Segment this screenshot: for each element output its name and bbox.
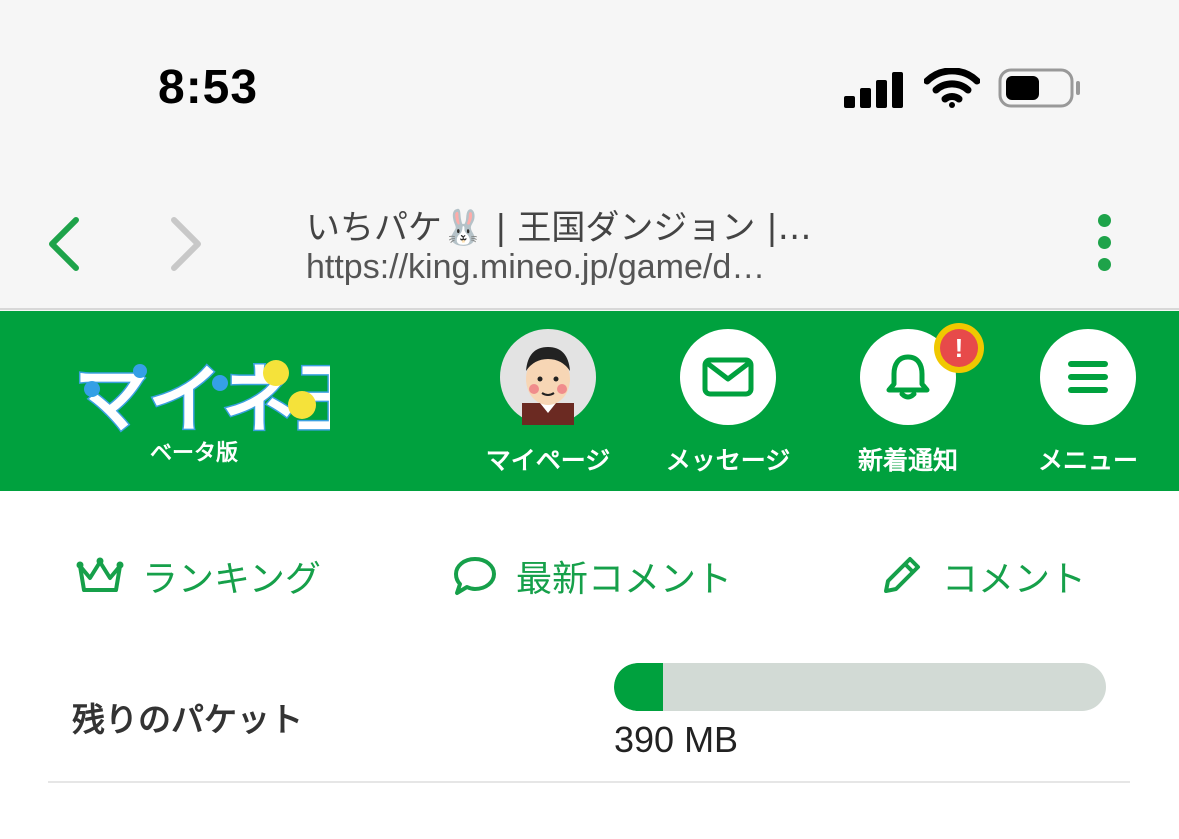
- speech-bubble-icon: [454, 557, 496, 595]
- bell-icon: [886, 354, 930, 400]
- address-url[interactable]: https://king.mineo.jp/game/d…: [306, 248, 866, 287]
- cellular-signal-icon: [844, 72, 903, 108]
- forward-chevron-icon[interactable]: [160, 214, 210, 274]
- mypage-button[interactable]: マイページ: [468, 329, 628, 489]
- mypage-label: マイページ: [485, 446, 611, 475]
- latest-comments-link[interactable]: 最新コメント: [452, 551, 732, 601]
- mail-icon: [702, 357, 754, 397]
- alert-icon: !: [940, 329, 978, 367]
- more-options-icon[interactable]: [1086, 212, 1122, 272]
- page-title[interactable]: いちパケ🐰 | 王国ダンジョン |…: [306, 200, 866, 249]
- crown-icon: [76, 557, 124, 592]
- ranking-label: ランキング: [142, 559, 321, 600]
- site-header: マイネ王 ベータ版 マイページ: [0, 311, 1179, 491]
- status-time: 8:53: [158, 61, 259, 114]
- latest-comments-label: 最新コメント: [516, 559, 733, 600]
- back-chevron-icon[interactable]: [40, 214, 90, 274]
- mineo-logo[interactable]: マイネ王: [70, 339, 331, 440]
- divider: [48, 781, 1130, 783]
- notifications-button[interactable]: ! 新着通知: [828, 323, 988, 489]
- menu-label: メニュー: [1037, 446, 1138, 475]
- wifi-icon: [924, 68, 980, 108]
- menu-circle[interactable]: [1040, 329, 1136, 425]
- comment-link[interactable]: コメント: [878, 551, 1086, 601]
- remaining-packet-value: 390 MB: [614, 719, 739, 760]
- ranking-link[interactable]: ランキング: [76, 551, 321, 601]
- packet-progress-fill: [614, 663, 664, 711]
- status-bar: 8:53: [0, 0, 1179, 180]
- messages-button[interactable]: メッセージ: [648, 329, 808, 489]
- messages-circle[interactable]: [680, 329, 776, 425]
- menu-button[interactable]: メニュー: [1008, 329, 1168, 489]
- browser-toolbar: いちパケ🐰 | 王国ダンジョン |… https://king.mineo.jp…: [0, 180, 1179, 310]
- remaining-packet-label: 残りのパケット: [72, 700, 303, 739]
- pencil-icon: [884, 557, 920, 593]
- user-avatar-icon: [522, 347, 574, 425]
- packet-progress-bar: [614, 663, 1106, 711]
- comment-label: コメント: [942, 559, 1087, 600]
- beta-label: ベータ版: [150, 441, 239, 466]
- main-content: ランキング 最新コメント コメント 残りのパケット 390 MB: [0, 491, 1179, 839]
- hamburger-icon: [1068, 361, 1108, 393]
- messages-label: メッセージ: [665, 446, 791, 475]
- battery-icon: [998, 68, 1080, 108]
- notification-badge: !: [934, 323, 984, 373]
- notifications-label: 新着通知: [857, 446, 958, 475]
- avatar[interactable]: [500, 329, 596, 425]
